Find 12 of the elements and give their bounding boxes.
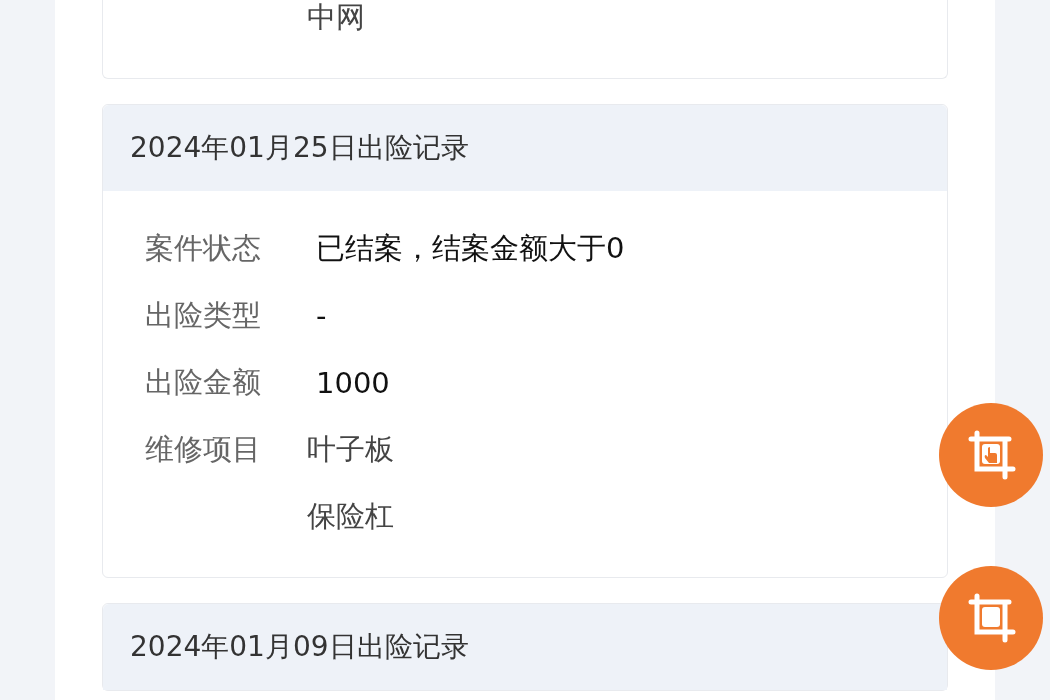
repair-item: 中网 — [307, 0, 365, 36]
field-value: 已结案，结案金额大于0 — [315, 229, 625, 267]
field-label: 维修项目 — [145, 430, 262, 468]
repair-item: 保险杠 — [307, 497, 394, 535]
record-title: 2024年01月09日出险记录 — [130, 629, 469, 665]
record-title: 2024年01月25日出险记录 — [130, 130, 469, 166]
field-value: - — [315, 298, 327, 333]
field-label: 出险类型 — [145, 296, 262, 334]
field-label: 出险金额 — [145, 363, 262, 401]
repair-item: 叶子板 — [307, 430, 394, 468]
field-label: 案件状态 — [145, 229, 262, 267]
field-value: 1000 — [315, 365, 390, 400]
